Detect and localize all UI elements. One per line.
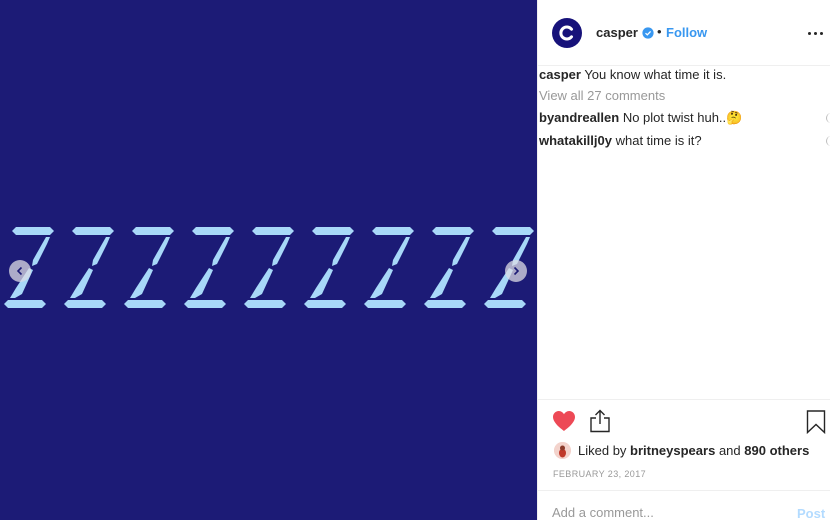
z-glyph: [124, 227, 174, 308]
comment-item: byandreallen No plot twist huh..🤔: [539, 110, 742, 126]
z-segment: [244, 300, 286, 308]
z-segment: [452, 237, 470, 266]
caption: casper You know what time it is.: [539, 67, 726, 83]
zzz-pattern: [0, 224, 537, 308]
z-segment: [32, 237, 50, 266]
save-button[interactable]: [806, 410, 826, 439]
z-segment: [12, 227, 54, 235]
z-segment: [364, 300, 406, 308]
heart-filled-icon: [553, 411, 575, 431]
z-segment: [332, 237, 350, 266]
z-segment: [64, 300, 106, 308]
chevron-left-icon: [16, 266, 23, 276]
add-comment-input[interactable]: [552, 505, 782, 520]
post-header: casper • Follow: [538, 0, 830, 66]
z-segment: [304, 300, 346, 308]
z-segment: [184, 300, 226, 308]
z-segment: [72, 227, 114, 235]
z-segment: [392, 237, 410, 266]
z-glyph: [244, 227, 294, 308]
z-glyph: [64, 227, 114, 308]
comment-text: No plot twist huh..🤔: [622, 110, 743, 125]
verified-badge-icon: [642, 27, 654, 39]
z-segment: [70, 268, 93, 298]
likes-summary: Liked by britneyspears and 890 others: [554, 442, 809, 459]
dot-icon: [808, 31, 811, 35]
bookmark-icon: [806, 410, 826, 435]
add-comment-bar: Post: [538, 490, 830, 520]
z-segment: [252, 227, 294, 235]
chevron-right-icon: [513, 266, 520, 276]
author-username[interactable]: casper: [596, 25, 638, 40]
dot-icon: [820, 31, 823, 35]
zzz-glyphs: [4, 227, 534, 308]
comment-like-icon[interactable]: [826, 136, 830, 146]
author-avatar[interactable]: [552, 18, 582, 48]
z-segment: [152, 237, 170, 266]
liker-avatar[interactable]: [554, 442, 571, 459]
carousel-next-button[interactable]: [505, 260, 527, 282]
likes-text: Liked by britneyspears and 890 others: [578, 443, 809, 458]
follow-button[interactable]: Follow: [666, 25, 707, 40]
z-segment: [432, 227, 474, 235]
more-options-button[interactable]: [808, 28, 824, 38]
z-segment: [492, 227, 534, 235]
post-media: [0, 0, 537, 520]
z-glyph: [364, 227, 414, 308]
comment-username[interactable]: byandreallen: [539, 110, 619, 125]
caption-username[interactable]: casper: [539, 67, 581, 82]
z-segment: [372, 227, 414, 235]
z-segment: [310, 268, 333, 298]
likes-others-link[interactable]: 890 others: [744, 443, 809, 458]
view-all-comments-link[interactable]: View all 27 comments: [539, 88, 665, 103]
z-segment: [212, 237, 230, 266]
dot-icon: [814, 31, 817, 35]
caption-text: You know what time it is.: [584, 67, 727, 82]
z-segment: [92, 237, 110, 266]
comment-username[interactable]: whatakillj0y: [539, 133, 612, 148]
like-button[interactable]: [552, 410, 576, 437]
z-segment: [430, 268, 453, 298]
z-segment: [484, 300, 526, 308]
share-icon: [590, 409, 610, 433]
z-glyph: [304, 227, 354, 308]
z-segment: [370, 268, 393, 298]
comment-item: whatakillj0y what time is it?: [539, 133, 702, 149]
liker-photo-icon: [554, 442, 571, 459]
z-segment: [4, 300, 46, 308]
share-button[interactable]: [589, 409, 611, 438]
carousel-prev-button[interactable]: [9, 260, 31, 282]
z-segment: [312, 227, 354, 235]
separator-dot: •: [657, 24, 662, 39]
post-details-panel: casper • Follow casper You know what tim…: [537, 0, 830, 520]
likes-and: and: [718, 443, 741, 458]
z-segment: [130, 268, 153, 298]
likes-prefix: Liked by: [578, 443, 627, 458]
actions-divider: [538, 399, 830, 400]
z-segment: [132, 227, 174, 235]
post-comment-button[interactable]: Post: [797, 506, 825, 520]
z-segment: [190, 268, 213, 298]
z-glyph: [184, 227, 234, 308]
comment-like-icon[interactable]: [826, 113, 830, 123]
comment-text: what time is it?: [615, 133, 702, 148]
z-segment: [272, 237, 290, 266]
z-segment: [424, 300, 466, 308]
liker-username[interactable]: britneyspears: [630, 443, 715, 458]
casper-logo-icon: [559, 25, 573, 41]
z-segment: [250, 268, 273, 298]
z-glyph: [424, 227, 474, 308]
z-segment: [124, 300, 166, 308]
z-segment: [192, 227, 234, 235]
post-date[interactable]: FEBRUARY 23, 2017: [553, 469, 646, 479]
